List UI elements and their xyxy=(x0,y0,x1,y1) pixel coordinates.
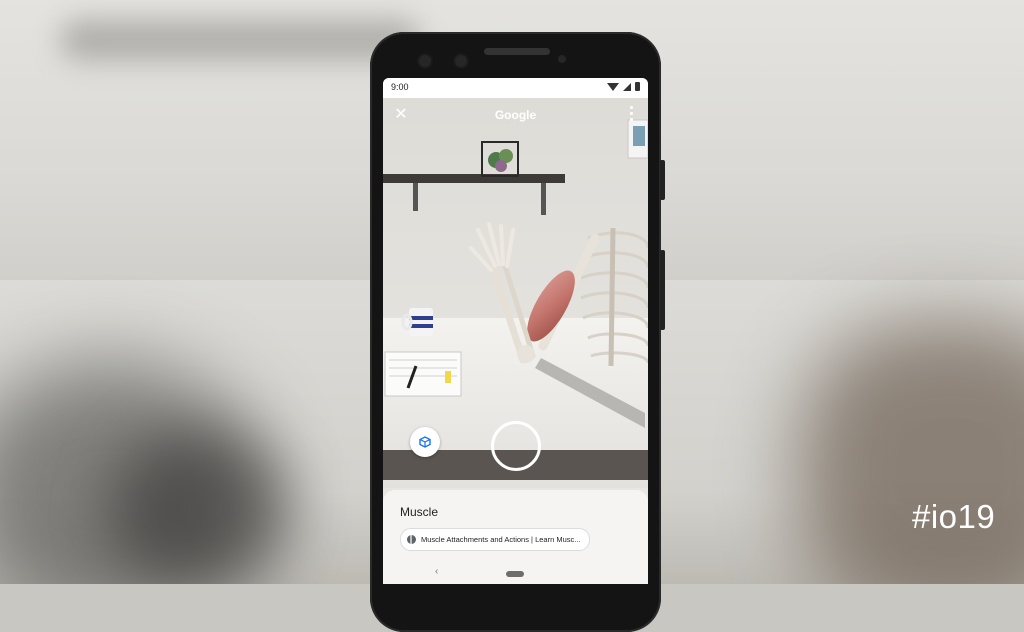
wall-shelf xyxy=(383,174,565,183)
phone-screen: 9:00 ✕ Google Muscle Muscle Attachments … xyxy=(383,78,648,584)
app-title: Google xyxy=(494,108,537,122)
event-hashtag: #io19 xyxy=(912,498,996,535)
wifi-icon xyxy=(607,82,619,91)
navigation-bar: ‹ xyxy=(383,562,648,584)
globe-icon xyxy=(407,535,416,544)
proximity-sensor xyxy=(558,55,566,63)
result-title: Muscle xyxy=(400,505,439,519)
plant-flower xyxy=(495,160,507,172)
elbow-joint xyxy=(517,345,535,363)
battery-icon xyxy=(635,82,640,91)
volume-button xyxy=(660,250,665,330)
view-in-3d-icon xyxy=(419,436,431,448)
overflow-menu-icon[interactable] xyxy=(630,106,634,122)
background-shelf xyxy=(60,20,420,60)
view-in-3d-button[interactable] xyxy=(410,427,440,457)
status-time: 9:00 xyxy=(391,82,409,92)
top-bar: ✕ Google xyxy=(383,98,648,136)
background-chair xyxy=(110,430,290,584)
shelf-bracket xyxy=(413,183,418,211)
home-pill[interactable] xyxy=(506,571,524,577)
status-icons xyxy=(607,82,640,91)
mug-stripe xyxy=(409,316,433,320)
source-link-chip[interactable]: Muscle Attachments and Actions | Learn M… xyxy=(400,528,590,551)
back-icon[interactable]: ‹ xyxy=(435,566,438,577)
mug xyxy=(409,308,433,336)
earpiece-speaker xyxy=(484,48,550,55)
front-camera-2-icon xyxy=(455,55,467,67)
sticky-note xyxy=(445,371,451,383)
mug-stripe xyxy=(409,324,433,328)
signal-icon xyxy=(623,82,631,91)
status-bar: 9:00 xyxy=(383,78,648,98)
source-link-label: Muscle Attachments and Actions | Learn M… xyxy=(421,535,581,544)
power-button xyxy=(660,160,665,200)
shutter-button[interactable] xyxy=(491,421,541,471)
shelf-bracket xyxy=(541,183,546,215)
front-camera-icon xyxy=(419,55,431,67)
background-shadow-right xyxy=(800,320,1024,584)
